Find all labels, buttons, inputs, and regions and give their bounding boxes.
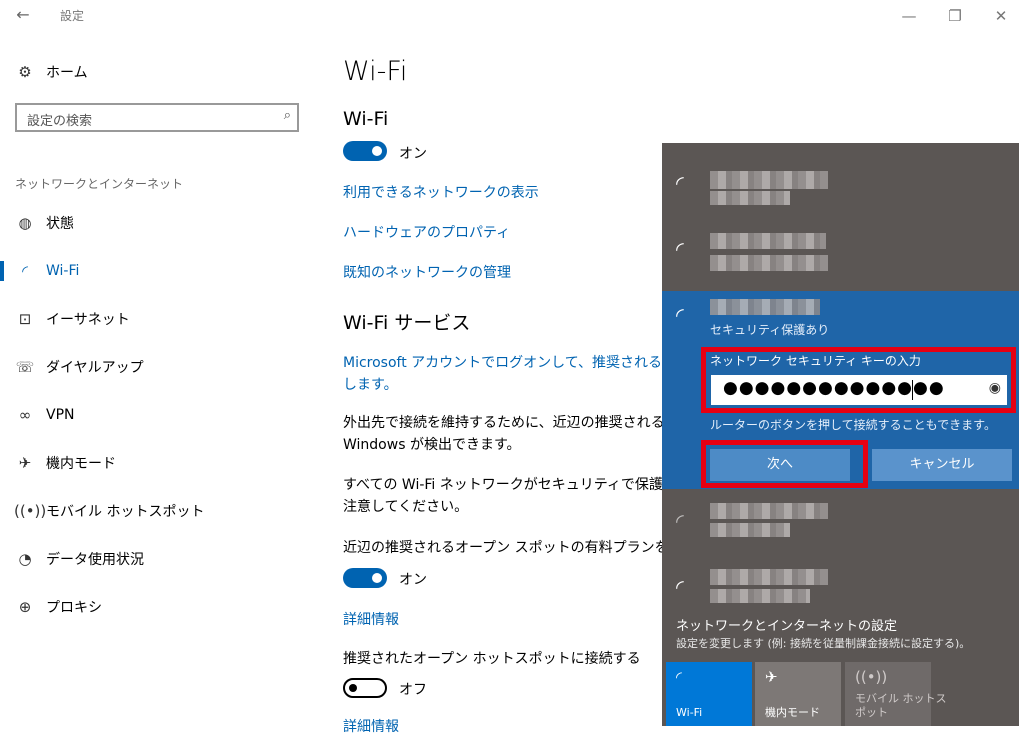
link-available-networks[interactable]: 利用できるネットワークの表示	[343, 182, 539, 202]
quick-action-wifi[interactable]: ◜ Wi-Fi	[666, 662, 752, 726]
title-bar: ← 設定 — ❐ ✕	[0, 0, 1019, 32]
sidebar-item-label: Wi-Fi	[46, 263, 80, 279]
sidebar-item-label: VPN	[46, 407, 75, 423]
sidebar-item-ethernet[interactable]: ⊡ イーサネット	[0, 297, 320, 341]
search-input[interactable]: 設定の検索 ⌕	[15, 103, 299, 132]
paid-plans-toggle-label: オン	[399, 572, 427, 588]
blurred-ssid	[710, 503, 828, 519]
network-item[interactable]: ◜	[662, 565, 1019, 620]
sidebar-item-label: ダイヤルアップ	[46, 360, 144, 376]
paid-plans-label: 近辺の推奨されるオープン スポットの有料プランを探す	[343, 540, 697, 556]
connect-hotspot-toggle-label: オフ	[399, 682, 427, 698]
sidebar-item-label: プロキシ	[46, 600, 102, 616]
wifi-signal-icon: ◜	[676, 237, 684, 261]
restore-icon[interactable]: ❐	[940, 4, 970, 28]
sidebar-item-label: モバイル ホットスポット	[46, 504, 205, 520]
para-nearby-line2: Windows が検出できます。	[343, 437, 521, 453]
sidebar-item-hotspot[interactable]: ((•)) モバイル ホットスポット	[0, 489, 320, 533]
vpn-icon: ∞	[18, 406, 32, 424]
sidebar-item-label: 状態	[46, 216, 74, 232]
sidebar-item-airplane[interactable]: ✈ 機内モード	[0, 441, 320, 485]
minimize-icon[interactable]: —	[894, 4, 924, 28]
quick-action-label: Wi-Fi	[676, 706, 703, 719]
network-item[interactable]: ◜	[662, 227, 1019, 282]
wifi-heading: Wi-Fi	[343, 108, 389, 130]
selected-network-panel: ◜ セキュリティ保護あり ネットワーク セキュリティ キーの入力 ●●●●●●●…	[662, 291, 1019, 489]
router-button-hint: ルーターのボタンを押して接続することもできます。	[710, 418, 996, 432]
blurred-ssid	[710, 299, 820, 315]
nav-section-label: ネットワークとインターネット	[15, 177, 184, 191]
connect-hotspot-toggle[interactable]	[343, 678, 387, 698]
globe-icon: ◍	[18, 214, 32, 232]
airplane-icon: ✈	[18, 454, 32, 472]
sidebar-item-wifi[interactable]: ◜ Wi-Fi	[0, 249, 320, 293]
search-placeholder: 設定の検索	[27, 114, 93, 129]
network-flyout: ◜ ◜ ◜ セキュリティ保護あり ネットワーク セキュリティ キーの入力 ●●●…	[662, 143, 1019, 726]
blurred-status	[710, 191, 790, 205]
dialup-icon: ☏	[15, 358, 35, 376]
wifi-toggle[interactable]	[343, 141, 387, 161]
blurred-ssid	[710, 569, 828, 585]
airplane-icon: ✈	[765, 668, 778, 686]
link-known-networks[interactable]: 既知のネットワークの管理	[343, 262, 511, 282]
sidebar-item-label: イーサネット	[46, 312, 130, 328]
quick-action-label: モバイル ホットス ポット	[855, 692, 947, 719]
cancel-button[interactable]: キャンセル	[872, 449, 1012, 481]
nav-home[interactable]: ⚙ ホーム	[0, 50, 320, 94]
network-item[interactable]: ◜	[662, 161, 1019, 216]
paid-plans-toggle[interactable]	[343, 568, 387, 588]
highlight-box-key	[701, 347, 1016, 413]
ethernet-icon: ⊡	[18, 310, 32, 328]
quick-action-hotspot[interactable]: ((•)) モバイル ホットス ポット	[845, 662, 947, 726]
wifi-signal-icon: ◜	[676, 509, 684, 533]
proxy-icon: ⊕	[18, 598, 32, 616]
blurred-status	[710, 523, 790, 537]
data-usage-icon: ◔	[18, 550, 32, 568]
sidebar-item-data-usage[interactable]: ◔ データ使用状況	[0, 537, 320, 581]
connect-hotspot-label: 推奨されたオープン ホットスポットに接続する	[343, 651, 641, 667]
blurred-ssid	[710, 171, 828, 189]
hotspot-icon: ((•))	[14, 502, 47, 520]
sidebar-item-vpn[interactable]: ∞ VPN	[0, 393, 320, 437]
wifi-signal-icon: ◜	[676, 303, 684, 327]
window-title: 設定	[60, 9, 85, 23]
highlight-box-next	[701, 440, 868, 488]
wifi-icon: ◜	[676, 668, 682, 686]
link-details[interactable]: 詳細情報	[343, 609, 399, 629]
wifi-icon: ◜	[22, 262, 28, 280]
network-security-status: セキュリティ保護あり	[710, 323, 830, 337]
network-settings-link[interactable]: ネットワークとインターネットの設定	[676, 615, 897, 634]
search-icon[interactable]: ⌕	[284, 108, 291, 123]
sidebar-item-label: データ使用状況	[46, 552, 144, 568]
back-arrow-icon[interactable]: ←	[12, 4, 34, 26]
gear-icon: ⚙	[18, 63, 32, 81]
sidebar-item-dialup[interactable]: ☏ ダイヤルアップ	[0, 345, 320, 389]
wifi-signal-icon: ◜	[676, 171, 684, 195]
link-microsoft-account-cont[interactable]: します。	[343, 374, 398, 394]
blurred-ssid	[710, 233, 826, 249]
para-security-line2: 注意してください。	[343, 499, 469, 515]
wifi-toggle-label: オン	[399, 146, 427, 162]
blurred-status	[710, 589, 810, 603]
quick-action-label: 機内モード	[765, 706, 820, 719]
wifi-signal-icon: ◜	[676, 575, 684, 599]
services-heading: Wi-Fi サービス	[343, 312, 471, 334]
blurred-status	[710, 255, 828, 271]
para-nearby-line1: 外出先で接続を維持するために、近辺の推奨されるオー	[343, 415, 693, 431]
link-details-2[interactable]: 詳細情報	[343, 716, 399, 736]
hotspot-icon: ((•))	[855, 668, 888, 686]
sidebar-item-status[interactable]: ◍ 状態	[0, 201, 320, 245]
network-item[interactable]: ◜	[662, 499, 1019, 554]
close-icon[interactable]: ✕	[986, 4, 1016, 28]
link-hardware-properties[interactable]: ハードウェアのプロパティ	[343, 222, 510, 242]
nav-home-label: ホーム	[46, 65, 88, 81]
quick-action-airplane[interactable]: ✈ 機内モード	[755, 662, 841, 726]
page-title: Wi-Fi	[343, 56, 408, 87]
network-settings-desc: 設定を変更します (例: 接続を従量制課金接続に設定する)。	[676, 637, 971, 650]
sidebar-item-proxy[interactable]: ⊕ プロキシ	[0, 585, 320, 629]
sidebar-item-label: 機内モード	[46, 456, 116, 472]
